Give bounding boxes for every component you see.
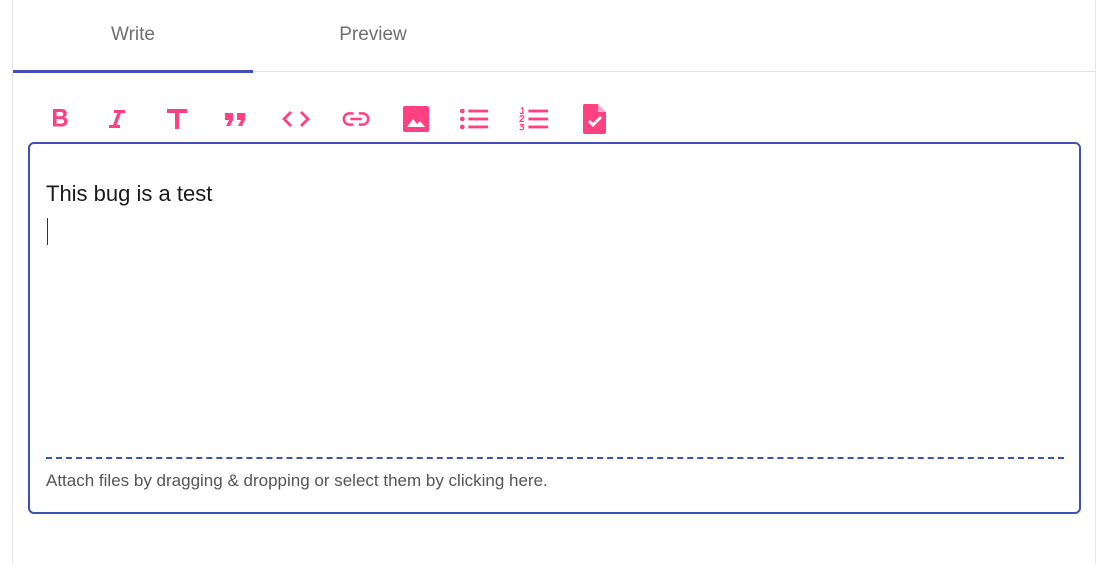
image-icon	[403, 106, 429, 132]
link-button[interactable]	[341, 102, 371, 136]
heading-button[interactable]	[162, 102, 192, 136]
link-icon	[342, 112, 370, 126]
heading-icon	[167, 109, 187, 129]
editor-tabs: Write Preview	[13, 0, 1095, 73]
tab-write[interactable]: Write	[13, 0, 253, 73]
code-button[interactable]	[281, 102, 311, 136]
task-list-icon	[583, 104, 606, 134]
comment-textarea-container[interactable]: This bug is a test Attach files by dragg…	[28, 142, 1081, 514]
numbered-list-button[interactable]	[519, 102, 549, 136]
numbered-list-icon	[519, 106, 549, 131]
file-dropzone[interactable]: Attach files by dragging & dropping or s…	[46, 457, 1064, 501]
text-caret	[47, 218, 48, 245]
quote-button[interactable]	[221, 102, 251, 136]
bulleted-list-button[interactable]	[459, 102, 489, 136]
file-dropzone-hint[interactable]: Attach files by dragging & dropping or s…	[46, 471, 548, 491]
italic-icon	[109, 110, 125, 128]
tab-preview-label: Preview	[339, 24, 407, 45]
image-button[interactable]	[401, 102, 431, 136]
tab-preview[interactable]: Preview	[253, 0, 493, 72]
bold-button[interactable]	[45, 102, 75, 136]
quote-icon	[225, 113, 245, 126]
italic-button[interactable]	[102, 102, 132, 136]
comment-textarea[interactable]: This bug is a test	[46, 180, 1063, 450]
comment-editor-panel: Write Preview This bug is a test Attach …	[12, 0, 1096, 564]
bold-icon	[53, 109, 68, 127]
bulleted-list-icon	[459, 108, 489, 130]
tab-write-label: Write	[111, 24, 155, 45]
code-icon	[282, 111, 310, 127]
task-list-button[interactable]	[580, 102, 610, 136]
